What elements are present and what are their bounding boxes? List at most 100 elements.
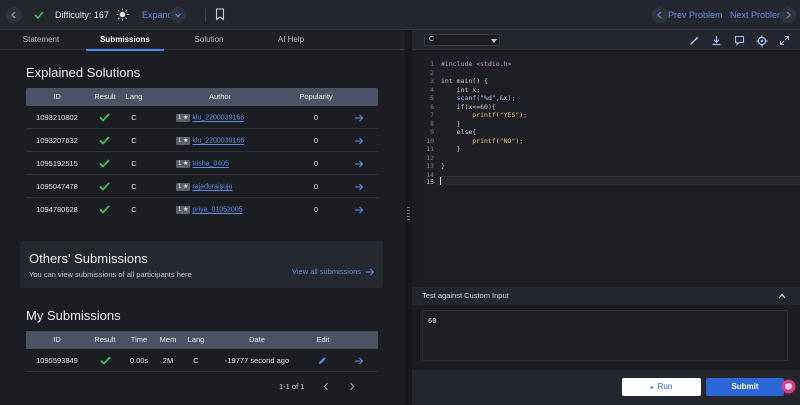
comment-icon[interactable]: [734, 35, 745, 46]
prev-problem-button[interactable]: Prev Problem: [668, 10, 723, 20]
lang-cell: C: [131, 182, 137, 191]
lang-cell: C: [131, 205, 137, 214]
magic-wand-icon[interactable]: [689, 35, 700, 46]
tab-ai-help[interactable]: AI Help: [266, 30, 316, 50]
rating-badge: 1 ★: [176, 114, 191, 123]
arrow-right-icon[interactable]: [354, 357, 364, 365]
author-link[interactable]: rajaduraisuju: [192, 184, 232, 191]
check-icon: [98, 159, 110, 168]
arrow-right-icon[interactable]: [354, 160, 364, 168]
rating-badge: 1 ★: [176, 183, 191, 192]
language-value: C: [429, 36, 435, 43]
author-link[interactable]: priya_01052005: [192, 207, 242, 214]
submission-id: 1095047478: [36, 182, 78, 191]
pencil-icon[interactable]: [318, 356, 327, 365]
arrow-right-icon[interactable]: [354, 114, 364, 122]
line-number: 9: [430, 128, 434, 136]
back-button[interactable]: [6, 7, 22, 23]
submission-id: 1093210802: [36, 113, 78, 122]
expand-toggle[interactable]: [170, 7, 186, 23]
col-edit: Edit: [316, 335, 330, 344]
my-submissions-title: My Submissions: [26, 308, 121, 323]
brain-assistant-icon[interactable]: [781, 379, 796, 394]
divider: [205, 8, 206, 22]
col-id: ID: [53, 335, 61, 344]
result-cell: [95, 349, 115, 372]
author-cell: 1 ★ trisha_0405: [176, 152, 264, 175]
submission-id: 1094780628: [36, 205, 78, 214]
line-number: 10: [426, 136, 434, 145]
tab-statement[interactable]: Statement: [14, 30, 68, 50]
expand-button[interactable]: Expand: [142, 10, 173, 20]
line-number: 13: [426, 162, 434, 170]
language-select[interactable]: C: [424, 34, 500, 46]
next-problem-icon-button[interactable]: [780, 7, 796, 23]
check-icon: [99, 356, 111, 365]
line-number: 7: [430, 111, 434, 119]
line-number: 4: [430, 85, 434, 94]
author-link[interactable]: klu_2200039168: [192, 115, 244, 122]
check-icon: [98, 182, 110, 191]
submission-id: 1095192515: [36, 159, 78, 168]
submit-label: Submit: [731, 382, 759, 391]
submit-button[interactable]: Submit: [706, 378, 784, 396]
table-row[interactable]: 1095192515 C 1 ★ trisha_0405 0: [26, 152, 378, 175]
code-line: }: [441, 119, 461, 128]
author-link[interactable]: trisha_0405: [192, 161, 229, 168]
prev-problem-icon-button[interactable]: [652, 7, 668, 23]
arrow-right-icon[interactable]: [354, 137, 364, 145]
tab-solution[interactable]: Solution: [184, 30, 234, 50]
popularity-cell: 0: [313, 182, 319, 191]
chevron-left-icon[interactable]: [322, 382, 330, 391]
result-cell: [94, 152, 114, 175]
popularity-cell: 0: [313, 136, 319, 145]
col-date: Date: [249, 335, 265, 344]
line-number: 15: [426, 178, 434, 186]
chevron-right-icon[interactable]: [348, 382, 356, 391]
line-number: 5: [430, 94, 434, 102]
line-number: 12: [426, 153, 434, 162]
table-row[interactable]: 1095593849 0.00s 2M C -19777 second ago: [26, 349, 378, 372]
fullscreen-icon[interactable]: [779, 35, 790, 46]
view-all-submissions-link[interactable]: View all submissions: [292, 267, 361, 276]
sun-icon[interactable]: [116, 8, 129, 21]
arrow-right-icon[interactable]: [354, 206, 364, 214]
difficulty-label: Difficulty: 167: [55, 10, 109, 20]
check-icon: [98, 136, 110, 145]
line-number: 11: [426, 145, 434, 153]
chevron-left-icon: [657, 11, 662, 19]
top-bar: Difficulty: 167 Expand Prev Problem Next…: [0, 0, 800, 30]
table-row[interactable]: 1095047478 C 1 ★ rajaduraisuju 0: [26, 175, 378, 198]
tab-submissions[interactable]: Submissions: [86, 30, 164, 51]
bookmark-icon[interactable]: [215, 8, 225, 21]
arrow-right-icon[interactable]: [365, 268, 375, 276]
code-line: else{: [441, 128, 477, 136]
pane-splitter[interactable]: [405, 30, 412, 405]
text-cursor: [440, 177, 441, 185]
custom-input-field[interactable]: 60: [422, 310, 788, 361]
code-editor[interactable]: [424, 56, 800, 283]
code-line: if(x<=60){: [441, 102, 496, 111]
table-row[interactable]: 1093210802 C 1 ★ klu_2200039168 0: [26, 106, 378, 129]
table-row[interactable]: 1094780628 C 1 ★ priya_01052005 0: [26, 198, 378, 221]
chevron-up-icon[interactable]: [778, 293, 786, 299]
author-link[interactable]: klu_2200039166: [192, 138, 244, 145]
download-icon[interactable]: [711, 35, 722, 46]
result-cell: [94, 106, 114, 129]
rating-badge: 1 ★: [176, 160, 191, 169]
col-mem: Mem: [159, 335, 177, 344]
custom-input-header[interactable]: Test against Custom Input: [412, 287, 800, 305]
author-cell: 1 ★ klu_2200039168: [176, 106, 264, 129]
next-problem-button[interactable]: Next Problem: [730, 10, 785, 20]
run-button[interactable]: ▸ Run: [622, 378, 701, 396]
line-number: 3: [430, 77, 434, 85]
others-submissions-subtitle: You can view submissions of all particip…: [29, 270, 192, 279]
table-row[interactable]: 1093207632 C 1 ★ klu_2200039166 0: [26, 129, 378, 152]
lang-cell: C: [131, 136, 137, 145]
col-time: Time: [130, 335, 148, 344]
popularity-cell: 0: [313, 113, 319, 122]
gear-icon[interactable]: [756, 35, 768, 47]
drag-handle[interactable]: [407, 207, 410, 221]
col-popularity: Popularity: [299, 92, 333, 101]
arrow-right-icon[interactable]: [354, 183, 364, 191]
